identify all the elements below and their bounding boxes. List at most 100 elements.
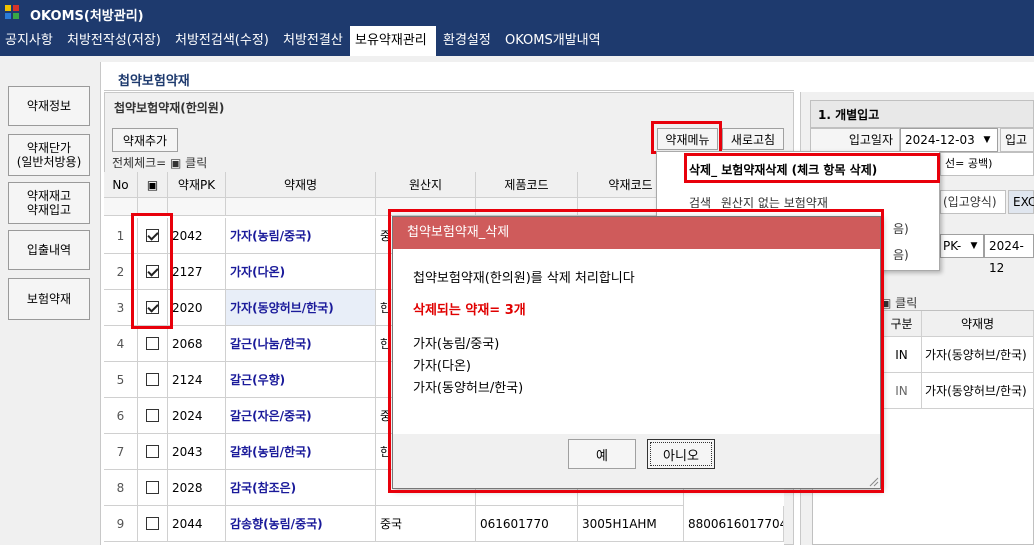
row-checkbox-cell[interactable] xyxy=(138,254,168,290)
row-checkbox[interactable] xyxy=(146,409,159,422)
herb-menu-button[interactable]: 약재메뉴 xyxy=(657,128,718,150)
table-cell-code2: 3005H1AHM xyxy=(578,506,684,542)
table-cell-no: 2 xyxy=(104,254,138,290)
tab-excel[interactable]: EXC xyxy=(1008,190,1034,214)
table-cell-pk: 2127 xyxy=(168,254,226,290)
table-header[interactable]: 원산지 xyxy=(376,172,476,198)
tab-prescription-settle[interactable]: 처방전결산 xyxy=(278,26,350,56)
row-checkbox[interactable] xyxy=(146,301,159,314)
table-cell-no: 1 xyxy=(104,218,138,254)
table-cell-no: 8 xyxy=(104,470,138,506)
sidebar-inout-history[interactable]: 입출내역 xyxy=(8,230,90,270)
row-checkbox[interactable] xyxy=(146,445,159,458)
row-checkbox-cell[interactable] xyxy=(138,506,168,542)
table-cell-pk: 2042 xyxy=(168,218,226,254)
row-checkbox-cell[interactable] xyxy=(138,362,168,398)
table-filter-cell xyxy=(476,198,578,216)
chevron-down-icon[interactable]: ▼ xyxy=(966,235,982,257)
right-grid-name[interactable]: 가자(동양허브/한국) xyxy=(922,373,1034,409)
table-cell-no: 4 xyxy=(104,326,138,362)
resize-grip-icon[interactable] xyxy=(867,475,879,487)
tab-prescription-write[interactable]: 처방전작성(저장) xyxy=(62,26,170,56)
select-all-checkbox[interactable]: ▣ xyxy=(138,172,168,198)
row-checkbox-cell[interactable] xyxy=(138,470,168,506)
row-checkbox[interactable] xyxy=(146,265,159,278)
row-checkbox[interactable] xyxy=(146,229,159,242)
section-title: 첩약보험약재 xyxy=(118,74,190,89)
table-cell-name[interactable]: 가자(다온) xyxy=(226,254,376,290)
table-cell-no: 5 xyxy=(104,362,138,398)
table-cell-pk: 2043 xyxy=(168,434,226,470)
table-cell-no: 6 xyxy=(104,398,138,434)
row-checkbox-cell[interactable] xyxy=(138,218,168,254)
table-cell-name[interactable]: 갈근(나눔/한국) xyxy=(226,326,376,362)
tab-settings[interactable]: 환경설정 xyxy=(438,26,498,56)
refresh-button[interactable]: 새로고침 xyxy=(722,128,784,150)
hint-text: 선= 공백) xyxy=(940,152,1034,176)
table-header[interactable]: 약재PK xyxy=(168,172,226,198)
menu-item-search-no-origin[interactable]: 검색_ 원산지 없는 보험약재 xyxy=(665,192,933,214)
title-bar: OKOMS(처방관리) xyxy=(0,0,1034,26)
table-cell-pk: 2024 xyxy=(168,398,226,434)
add-herb-button[interactable]: 약재추가 xyxy=(112,128,178,152)
date-picker-2[interactable]: 2024-12 xyxy=(984,234,1034,275)
table-cell-name[interactable]: 갈근(자은/중국) xyxy=(226,398,376,434)
right-check-hint: ▣ 클릭 xyxy=(880,296,918,310)
delete-dialog: 첩약보험약재_삭제 첩약보험약재(한의원)를 삭제 처리합니다 삭제되는 약재=… xyxy=(392,216,881,489)
row-checkbox[interactable] xyxy=(146,337,159,350)
table-cell-no: 7 xyxy=(104,434,138,470)
right-grid-header-type: 구분 xyxy=(882,311,922,337)
table-filter-cell xyxy=(168,198,226,216)
table-cell-pk: 2028 xyxy=(168,470,226,506)
dialog-body: 첩약보험약재(한의원)를 삭제 처리합니다 삭제되는 약재= 3개 가자(농림/… xyxy=(393,249,880,434)
table-cell-pk: 2124 xyxy=(168,362,226,398)
right-grid-name[interactable]: 가자(동양허브/한국) xyxy=(922,337,1034,373)
sidebar-herb-price[interactable]: 약재단가 (일반처방용) xyxy=(8,134,90,176)
check-all-hint: 전체체크= ▣ 클릭 xyxy=(112,156,208,170)
dialog-title: 첩약보험약재_삭제 xyxy=(393,217,880,249)
table-cell-name[interactable]: 가자(동양허브/한국) xyxy=(226,290,376,326)
table-cell-code3: 8800616017704 xyxy=(684,506,784,542)
dialog-no-button[interactable]: 아니오 xyxy=(647,439,715,469)
table-cell-name[interactable]: 감국(참조은) xyxy=(226,470,376,506)
dialog-yes-button[interactable]: 예 xyxy=(568,439,636,469)
table-cell-name[interactable]: 갈화(농림/한국) xyxy=(226,434,376,470)
tab-prescription-search[interactable]: 처방전검색(수정) xyxy=(170,26,278,56)
table-header[interactable]: 제품코드 xyxy=(476,172,578,198)
sidebar-herb-stock[interactable]: 약재재고 약재입고 xyxy=(8,182,90,224)
date-label-2: 입고 xyxy=(1000,128,1034,152)
table-header[interactable]: 약재명 xyxy=(226,172,376,198)
date-label: 입고일자 xyxy=(810,128,900,152)
right-grid-header-name: 약재명 xyxy=(922,311,1034,337)
tab-upload-form[interactable]: (입고양식) xyxy=(940,190,1006,214)
dialog-item: 가자(동양허브/한국) xyxy=(413,381,524,396)
table-cell-no: 3 xyxy=(104,290,138,326)
row-checkbox-cell[interactable] xyxy=(138,434,168,470)
sidebar-herb-info[interactable]: 약재정보 xyxy=(8,86,90,126)
right-grid-type: IN xyxy=(882,373,922,409)
table-cell-name[interactable]: 가자(농림/중국) xyxy=(226,218,376,254)
row-checkbox[interactable] xyxy=(146,517,159,530)
tab-dev-history[interactable]: OKOMS개발내역 xyxy=(500,26,606,56)
sidebar-insurance-herb[interactable]: 보험약재 xyxy=(8,278,90,320)
right-panel-title: 1. 개별입고 xyxy=(818,108,880,122)
row-checkbox[interactable] xyxy=(146,481,159,494)
table-cell-name[interactable]: 갈근(우향) xyxy=(226,362,376,398)
table-filter-cell xyxy=(138,198,168,216)
table-header[interactable]: No xyxy=(104,172,138,198)
row-checkbox-cell[interactable] xyxy=(138,290,168,326)
table-filter-cell xyxy=(226,198,376,216)
table-cell-no: 9 xyxy=(104,506,138,542)
app-title: OKOMS(처방관리) xyxy=(30,9,144,24)
row-checkbox-cell[interactable] xyxy=(138,326,168,362)
chevron-down-icon[interactable]: ▼ xyxy=(978,129,996,151)
tab-herb-manage[interactable]: 보유약재관리 xyxy=(350,26,436,56)
menu-bar: 공지사항 처방전작성(저장) 처방전검색(수정) 처방전결산 보유약재관리 환경… xyxy=(0,26,1034,56)
row-checkbox[interactable] xyxy=(146,373,159,386)
table-cell-name[interactable]: 감송향(농림/중국) xyxy=(226,506,376,542)
row-checkbox-cell[interactable] xyxy=(138,398,168,434)
tab-notice[interactable]: 공지사항 xyxy=(0,26,62,56)
table-cell-origin: 중국 xyxy=(376,506,476,542)
menu-item-delete-insurance[interactable]: 삭제_ 보험약재삭제 (체크 항목 삭제) xyxy=(665,158,933,182)
table-cell-code: 061601770 xyxy=(476,506,578,542)
